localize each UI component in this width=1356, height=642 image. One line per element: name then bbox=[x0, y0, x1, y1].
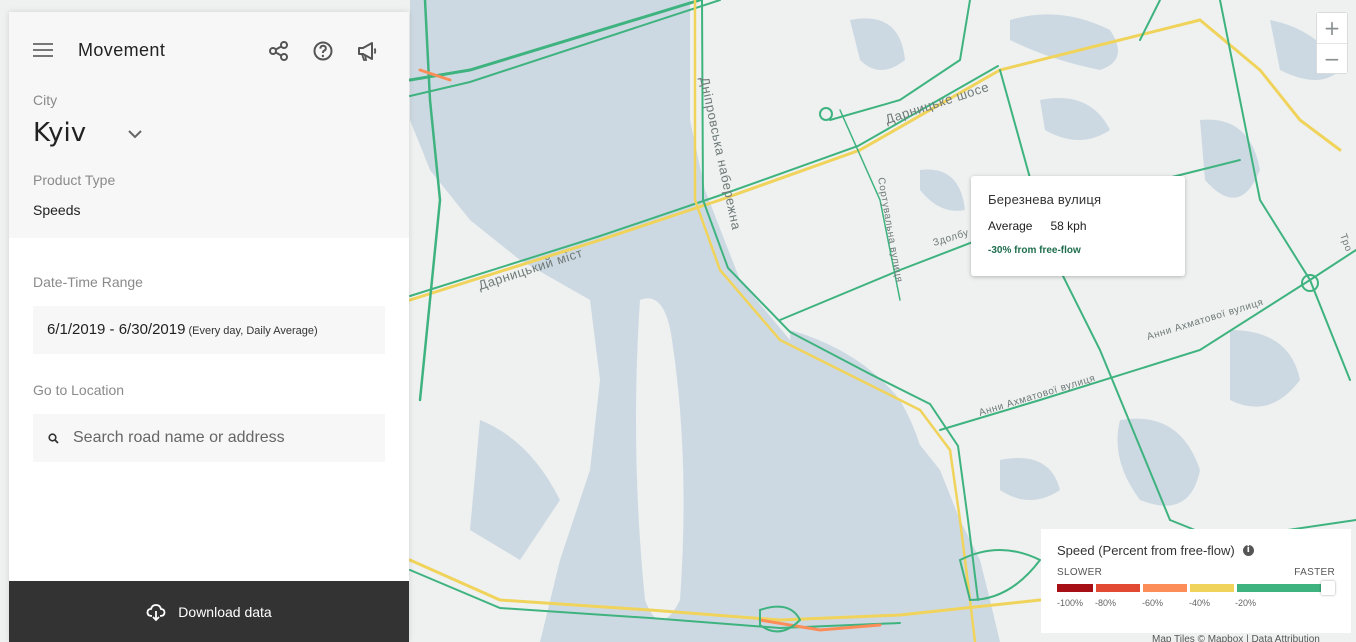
road-label-darnytske-shose: Дарницьке шосе bbox=[883, 79, 991, 127]
lake-3 bbox=[1040, 98, 1110, 140]
legend-slider-handle[interactable] bbox=[1321, 581, 1335, 595]
road-label-sortuvalna: Сортувальна вулиця bbox=[875, 177, 904, 284]
zoom-out-button[interactable]: − bbox=[1317, 43, 1347, 73]
datetime-range-picker[interactable]: 6/1/2019 - 6/30/2019 (Every day, Daily Av… bbox=[33, 306, 385, 354]
legend-swatch bbox=[1190, 584, 1234, 592]
chevron-down-icon[interactable] bbox=[127, 129, 143, 139]
legend-tick-label: -80% bbox=[1095, 598, 1117, 608]
menu-icon[interactable] bbox=[33, 42, 53, 58]
lake-1 bbox=[850, 18, 905, 70]
road-label-akhmatovoi-2: Анни Ахматової вулиця bbox=[978, 373, 1097, 419]
lake-7 bbox=[1230, 330, 1300, 407]
product-type-value[interactable]: Speeds bbox=[33, 202, 80, 218]
legend-slower-label: SLOWER bbox=[1057, 567, 1103, 578]
map-attribution[interactable]: Map Tiles © Mapbox | Data Attribution bbox=[1152, 634, 1320, 642]
lake-4 bbox=[920, 169, 965, 211]
legend-tick-label: -100% bbox=[1057, 598, 1084, 608]
go-to-location-label: Go to Location bbox=[33, 382, 125, 398]
lake-2 bbox=[1010, 14, 1118, 70]
sidebar-header: Movement bbox=[9, 12, 409, 88]
city-label: City bbox=[33, 92, 58, 108]
road-label-edge: Тро bbox=[1337, 232, 1354, 253]
datetime-range-sub: (Every day, Daily Average) bbox=[188, 325, 318, 337]
segment-tooltip: Березнева вулиця Average 58 kph -30% from… bbox=[971, 176, 1185, 276]
legend-title-row: Speed (Percent from free-flow) i bbox=[1057, 543, 1335, 558]
datetime-range-value: 6/1/2019 - 6/30/2019 bbox=[47, 321, 186, 338]
sidebar-top-section: Movement City Kyiv Product Type Speeds bbox=[9, 12, 409, 238]
megaphone-icon[interactable] bbox=[356, 40, 378, 62]
location-search-input[interactable] bbox=[73, 414, 373, 462]
legend-faster-label: FASTER bbox=[1294, 567, 1335, 578]
sidebar-panel: Movement City Kyiv Product Type Speeds D… bbox=[9, 12, 409, 642]
search-icon bbox=[48, 433, 59, 444]
zoom-in-button[interactable]: + bbox=[1317, 13, 1347, 43]
legend-ends: SLOWER FASTER bbox=[1057, 567, 1335, 578]
share-icon[interactable] bbox=[268, 40, 290, 62]
location-search-box bbox=[33, 414, 385, 462]
legend-color-bar bbox=[1057, 581, 1335, 595]
legend-tick-label: -40% bbox=[1189, 598, 1211, 608]
tooltip-average-label: Average bbox=[988, 219, 1033, 233]
zoom-controls: + − bbox=[1316, 12, 1348, 74]
download-data-label: Download data bbox=[178, 603, 272, 620]
datetime-range-label: Date-Time Range bbox=[33, 274, 143, 290]
help-icon[interactable] bbox=[312, 40, 334, 62]
speed-legend: Speed (Percent from free-flow) i SLOWER … bbox=[1041, 529, 1351, 633]
water-lower bbox=[470, 420, 560, 560]
lake-8 bbox=[1000, 458, 1060, 500]
download-data-button[interactable]: Download data bbox=[9, 581, 409, 642]
legend-title: Speed (Percent from free-flow) bbox=[1057, 543, 1235, 558]
tooltip-average-row: Average 58 kph bbox=[988, 219, 1168, 233]
product-type-label: Product Type bbox=[33, 172, 116, 188]
app-title: Movement bbox=[78, 40, 166, 60]
legend-swatch bbox=[1143, 584, 1187, 592]
legend-tick-label: -20% bbox=[1235, 598, 1257, 608]
legend-tick-label: -60% bbox=[1142, 598, 1164, 608]
legend-ticks: -100% -80% -60% -40% -20% bbox=[1057, 598, 1335, 610]
city-select-value[interactable]: Kyiv bbox=[33, 118, 86, 148]
tooltip-road-name: Березнева вулиця bbox=[988, 192, 1102, 207]
info-icon[interactable]: i bbox=[1242, 545, 1254, 556]
cloud-download-icon bbox=[146, 603, 166, 621]
legend-swatch bbox=[1057, 584, 1093, 592]
legend-swatch bbox=[1096, 584, 1140, 592]
legend-swatch bbox=[1237, 584, 1325, 592]
tooltip-freeflow-diff: -30% from free-flow bbox=[988, 245, 1081, 256]
tooltip-average-value: 58 kph bbox=[1050, 219, 1087, 233]
